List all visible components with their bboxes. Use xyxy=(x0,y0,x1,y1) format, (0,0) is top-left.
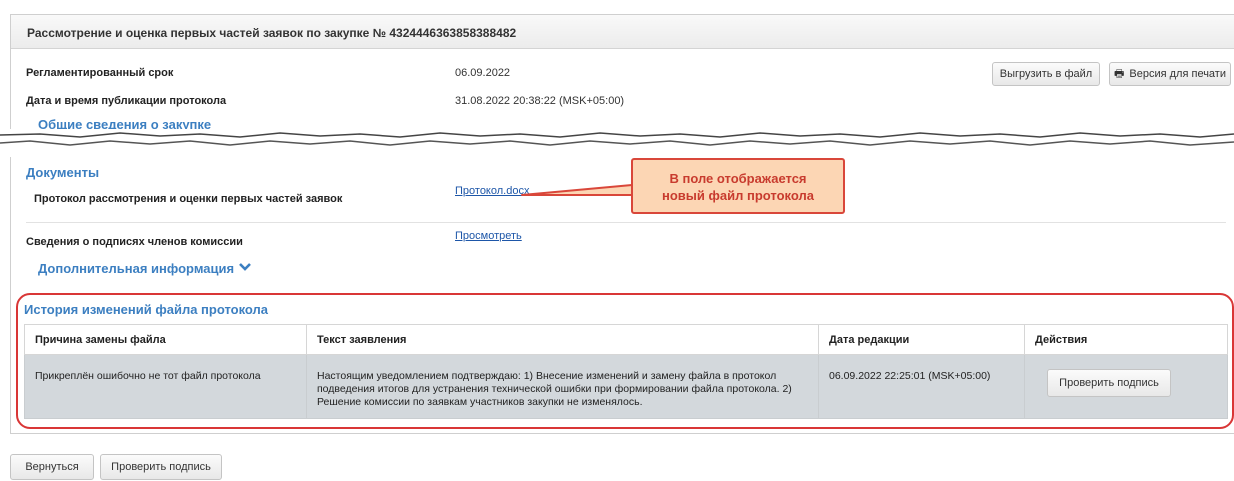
divider xyxy=(26,222,1226,223)
signatures-view-link[interactable]: Просмотреть xyxy=(455,230,522,242)
chevron-down-icon xyxy=(239,262,251,275)
print-version-label: Версия для печати xyxy=(1129,68,1226,80)
export-to-file-button[interactable]: Выгрузить в файл xyxy=(992,62,1100,86)
column-header-actions: Действия xyxy=(1024,324,1228,355)
export-to-file-label: Выгрузить в файл xyxy=(999,68,1093,80)
verify-signature-row-button[interactable]: Проверить подпись xyxy=(1047,369,1171,397)
published-value: 31.08.2022 20:38:22 (MSK+05:00) xyxy=(455,95,625,107)
callout-line-1: В поле отображается xyxy=(669,171,807,186)
additional-info-toggle[interactable]: Дополнительная информация xyxy=(38,261,251,276)
protocol-label: Протокол рассмотрения и оценки первых ча… xyxy=(34,193,343,205)
column-header-date: Дата редакции xyxy=(818,324,1025,355)
history-title: История изменений файла протокола xyxy=(24,302,269,317)
verify-signature-label: Проверить подпись xyxy=(111,461,211,473)
cell-reason: Прикреплён ошибочно не тот файл протокол… xyxy=(24,354,307,419)
cell-actions: Проверить подпись xyxy=(1024,354,1228,419)
table-row: Прикреплён ошибочно не тот файл протокол… xyxy=(24,354,1228,419)
protocol-file-link[interactable]: Протокол.docx xyxy=(455,185,529,197)
print-version-button[interactable]: 🖶 Версия для печати xyxy=(1109,62,1231,86)
callout-pointer xyxy=(521,184,633,196)
signatures-label: Сведения о подписях членов комиссии xyxy=(26,236,243,248)
section-documents: Документы xyxy=(26,165,100,180)
cell-date: 06.09.2022 22:25:01 (MSK+05:00) xyxy=(818,354,1025,419)
page-title: Рассмотрение и оценка первых частей заяв… xyxy=(11,15,1234,49)
deadline-label: Регламентированный срок xyxy=(26,67,174,79)
additional-info-label: Дополнительная информация xyxy=(38,261,235,276)
verify-signature-button[interactable]: Проверить подпись xyxy=(100,454,222,480)
history-table: Причина замены файла Текст заявления Дат… xyxy=(24,324,1228,419)
table-header-row: Причина замены файла Текст заявления Дат… xyxy=(24,324,1228,355)
printer-icon: 🖶 xyxy=(1114,67,1125,80)
torn-edge xyxy=(0,129,1234,157)
column-header-reason: Причина замены файла xyxy=(24,324,307,355)
callout-line-2: новый файл протокола xyxy=(662,188,814,203)
verify-signature-row-label: Проверить подпись xyxy=(1059,376,1159,389)
cell-text: Настоящим уведомлением подтверждаю: 1) В… xyxy=(306,354,819,419)
back-button-label: Вернуться xyxy=(25,461,79,473)
published-label: Дата и время публикации протокола xyxy=(26,95,227,107)
callout-note: В поле отображается новый файл протокола xyxy=(631,158,845,214)
column-header-text: Текст заявления xyxy=(306,324,819,355)
back-button[interactable]: Вернуться xyxy=(10,454,94,480)
deadline-value: 06.09.2022 xyxy=(455,67,511,79)
